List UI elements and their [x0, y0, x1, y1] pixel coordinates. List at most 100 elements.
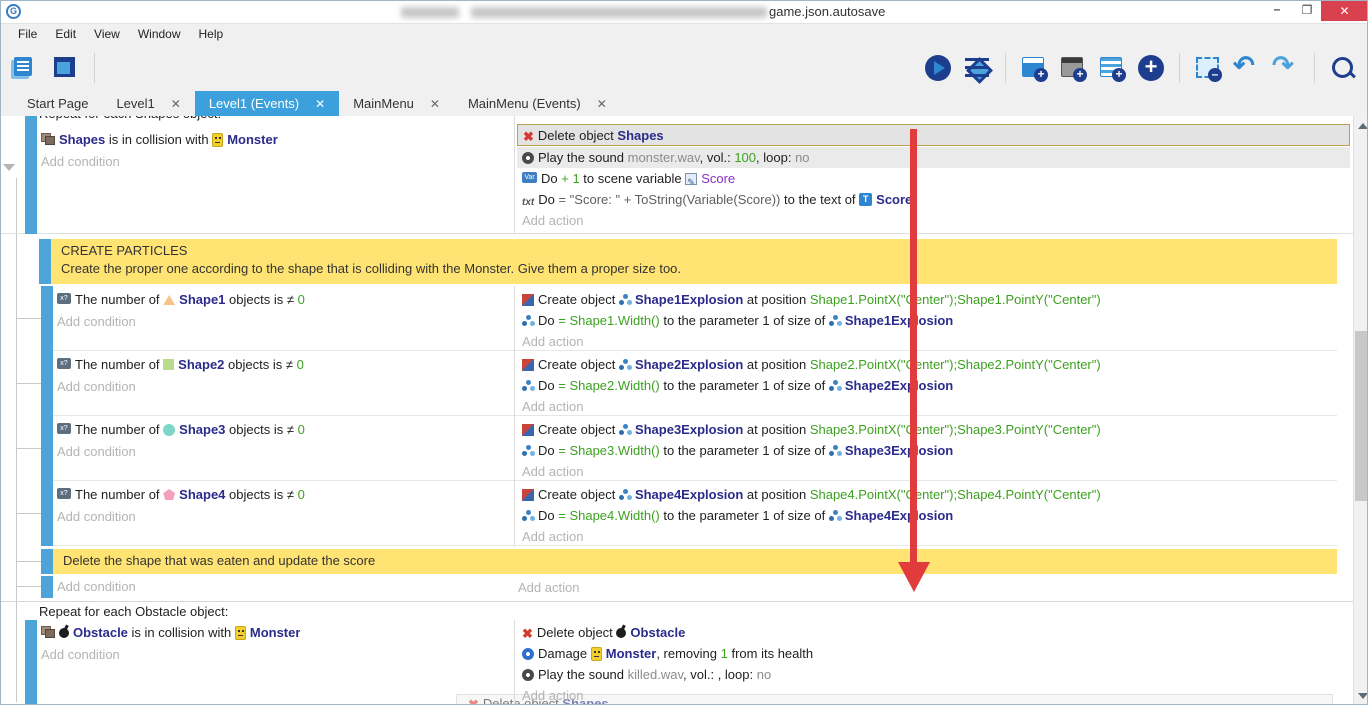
text-segment: Shape3.PointX("Center");Shape3.PointY("C… [810, 422, 1101, 437]
subevent-shape1[interactable]: The number of Shape1 objects is ≠ 0 Add … [41, 286, 1337, 351]
scroll-up-icon[interactable] [1358, 123, 1368, 129]
restore-button[interactable]: ❐ [1293, 1, 1321, 21]
text-segment: at position [743, 292, 810, 307]
tab-mainmenu-events[interactable]: MainMenu (Events)✕ [454, 91, 621, 116]
text-segment: = Shape2.Width() [558, 378, 660, 393]
action-row[interactable]: Do = Shape4.Width() to the parameter 1 o… [522, 505, 953, 526]
action-row[interactable]: Do = Shape1.Width() to the parameter 1 o… [522, 310, 953, 331]
tab-close-icon[interactable]: ✕ [430, 97, 440, 111]
event-handle-bar[interactable] [41, 576, 53, 598]
add-action-link[interactable]: Add action [518, 577, 579, 598]
text-segment: 100 [734, 150, 756, 165]
subevent-shape3[interactable]: The number of Shape3 objects is ≠ 0 Add … [41, 416, 1337, 481]
action-row[interactable]: Do = "Score: " + ToString(Variable(Score… [522, 189, 912, 210]
tab-close-icon[interactable]: ✕ [315, 97, 325, 111]
add-subevent-icon[interactable] [1059, 54, 1087, 82]
action-row[interactable]: Delete object Obstacle [522, 622, 685, 643]
condition-row[interactable]: The number of Shape2 objects is ≠ 0 [57, 354, 304, 375]
add-event-icon[interactable] [1020, 54, 1048, 82]
undo-icon[interactable] [1233, 54, 1261, 82]
minimize-button[interactable]: – [1263, 1, 1291, 21]
condition-row[interactable]: Shapes is in collision with Monster [41, 129, 278, 150]
action-row[interactable]: Play the sound killed.wav, vol.: , loop:… [522, 664, 771, 685]
event-handle-bar[interactable] [41, 286, 53, 351]
add-condition-link[interactable]: Add condition [57, 576, 136, 597]
comment-handle-bar[interactable] [41, 549, 53, 574]
action-row[interactable]: Create object Shape4Explosion at positio… [522, 484, 1101, 505]
condition-row[interactable]: Obstacle is in collision with Monster [41, 622, 300, 643]
event-handle-bar[interactable] [41, 481, 53, 546]
delete-selection-icon[interactable] [1194, 54, 1222, 82]
add-condition-link[interactable]: Add condition [57, 376, 136, 397]
scrollbar-thumb[interactable] [1355, 331, 1368, 501]
add-condition-link[interactable]: Add condition [57, 441, 136, 462]
add-condition-link[interactable]: Add condition [57, 311, 136, 332]
add-action-link[interactable]: Add action [522, 210, 583, 231]
condition-row[interactable]: The number of Shape3 objects is ≠ 0 [57, 419, 305, 440]
menu-file[interactable]: File [9, 24, 46, 45]
redo-icon[interactable] [1272, 54, 1300, 82]
action-row[interactable]: Create object Shape3Explosion at positio… [522, 419, 1101, 440]
add-comment-icon[interactable] [1098, 54, 1126, 82]
text-segment: monster.wav [628, 150, 700, 165]
create-object-icon [522, 489, 534, 501]
menu-window[interactable]: Window [129, 24, 190, 45]
event-handle-bar[interactable] [41, 351, 53, 416]
add-circle-icon[interactable] [1137, 54, 1165, 82]
particle-icon [619, 424, 631, 436]
tab-mainmenu[interactable]: MainMenu ✕ [339, 91, 454, 116]
debug-icon[interactable] [963, 54, 991, 82]
shape3-icon [163, 424, 175, 436]
event-repeat-shapes[interactable]: Repeat for each Shapes object: Shapes is… [1, 116, 1353, 234]
sound-icon [522, 669, 534, 681]
tab-level1-events[interactable]: Level1 (Events)✕ [195, 91, 339, 116]
condition-row[interactable]: The number of Shape1 objects is ≠ 0 [57, 289, 305, 310]
add-action-link[interactable]: Add action [522, 396, 583, 417]
subevent-shape2[interactable]: The number of Shape2 objects is ≠ 0 Add … [41, 351, 1337, 416]
text-segment: 0 [298, 422, 305, 437]
action-row[interactable]: Do = Shape3.Width() to the parameter 1 o… [522, 440, 953, 461]
text-segment: Shape2.PointX("Center");Shape2.PointY("C… [810, 357, 1101, 372]
action-row[interactable]: Create object Shape2Explosion at positio… [522, 354, 1101, 375]
text-segment: 0 [298, 487, 305, 502]
action-row[interactable]: Create object Shape1Explosion at positio… [522, 289, 1101, 310]
bomb-icon [59, 628, 69, 638]
action-row[interactable]: Do + 1 to scene variable Score [522, 168, 735, 189]
add-condition-link[interactable]: Add condition [57, 506, 136, 527]
tab-level1[interactable]: Level1✕ [102, 91, 194, 116]
add-action-link[interactable]: Add action [522, 526, 583, 547]
action-row[interactable]: Damage Monster, removing 1 from its heal… [522, 643, 813, 664]
play-icon[interactable] [924, 54, 952, 82]
event-repeat-obstacle[interactable]: Repeat for each Obstacle object: Obstacl… [1, 601, 1353, 705]
comment-handle-bar[interactable] [39, 239, 51, 284]
redacted-title-segment [471, 7, 767, 18]
action-row-selected[interactable]: Delete object Shapes [517, 124, 1350, 146]
condition-row[interactable]: The number of Shape4 objects is ≠ 0 [57, 484, 305, 505]
menu-help[interactable]: Help [190, 24, 233, 45]
app-window: G game.json.autosave – ❐ ✕ File Edit Vie… [0, 0, 1368, 705]
search-icon[interactable] [1329, 54, 1357, 82]
action-row[interactable]: Do = Shape2.Width() to the parameter 1 o… [522, 375, 953, 396]
menu-view[interactable]: View [85, 24, 129, 45]
menu-edit[interactable]: Edit [46, 24, 85, 45]
close-button[interactable]: ✕ [1321, 1, 1368, 21]
tab-close-icon[interactable]: ✕ [171, 97, 181, 111]
subevent-shape4[interactable]: The number of Shape4 objects is ≠ 0 Add … [41, 481, 1337, 546]
add-action-link[interactable]: Add action [522, 685, 583, 705]
scene-editor-icon[interactable] [51, 54, 79, 82]
event-handle-bar[interactable] [25, 620, 37, 705]
project-manager-icon[interactable] [11, 54, 39, 82]
vertical-scrollbar[interactable] [1353, 116, 1368, 705]
tab-start-page[interactable]: Start Page [13, 91, 102, 116]
tab-label: MainMenu [353, 96, 414, 111]
scroll-down-icon[interactable] [1358, 693, 1368, 699]
add-action-link[interactable]: Add action [522, 331, 583, 352]
action-row[interactable]: Play the sound monster.wav, vol.: 100, l… [517, 147, 1350, 168]
tree-line [16, 561, 41, 562]
add-condition-link[interactable]: Add condition [41, 644, 120, 665]
event-handle-bar[interactable] [25, 116, 37, 234]
add-condition-link[interactable]: Add condition [41, 151, 120, 172]
event-handle-bar[interactable] [41, 416, 53, 481]
tab-close-icon[interactable]: ✕ [597, 97, 607, 111]
add-action-link[interactable]: Add action [522, 461, 583, 482]
